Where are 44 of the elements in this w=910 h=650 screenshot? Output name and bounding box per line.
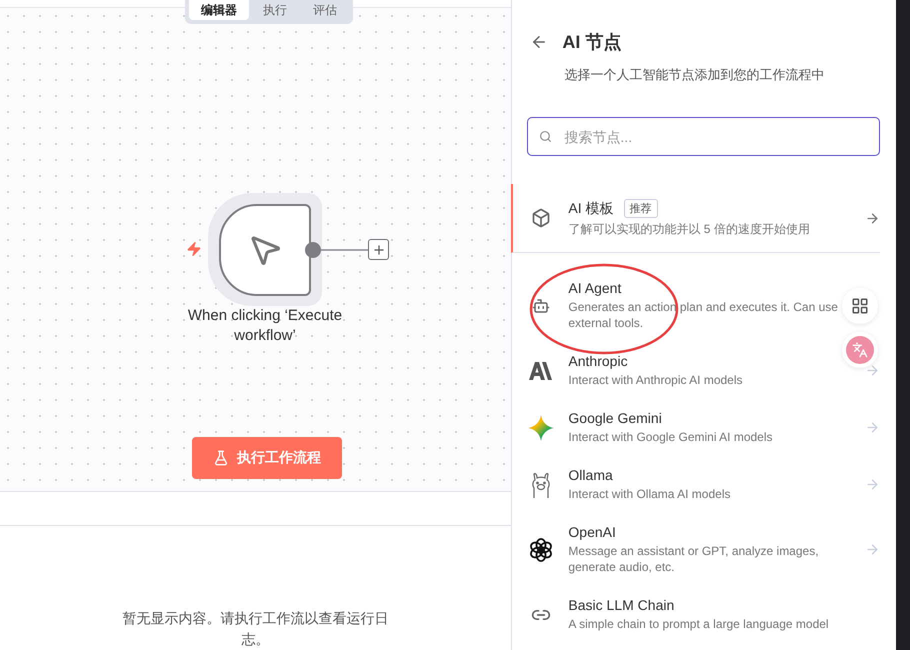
node-list-item[interactable]: Google Gemini Interact with Google Gemini AI models [511, 399, 896, 456]
canvas-tab[interactable]: 评估 [301, 0, 349, 20]
item-title: AI 模板 [568, 200, 614, 218]
search-field[interactable]: 搜索节点... [527, 117, 880, 156]
node-list-item[interactable]: AI 模板 推荐 了解可以实现的功能并以 5 倍的速度开始使用 [511, 184, 880, 253]
item-description: 了解可以实现的功能并以 5 倍的速度开始使用 [568, 221, 811, 237]
add-node-button[interactable] [368, 239, 389, 260]
item-description: Interact with Anthropic AI models [568, 372, 744, 388]
recommended-tag: 推荐 [624, 199, 658, 218]
item-description: Interact with Google Gemini AI models [568, 429, 774, 445]
canvas-tab[interactable]: 执行 [251, 0, 299, 20]
robot-icon [532, 296, 550, 314]
translate-icon [852, 342, 868, 358]
item-title: AI Agent [568, 280, 622, 296]
knot-icon [528, 536, 554, 562]
node-list-item[interactable]: Ollama Interact with Ollama AI models [511, 456, 896, 513]
sparkle-icon [528, 414, 554, 440]
panel-subtitle: 选择一个人工智能节点添加到您的工作流程中 [563, 66, 826, 84]
item-title: Google Gemini [568, 410, 662, 426]
node-list-item[interactable]: OpenAI Message an assistant or GPT, analyze images, generate audio, etc. [511, 513, 896, 586]
llama-icon [530, 472, 552, 498]
plus-icon [372, 242, 386, 256]
logo-icon [529, 362, 554, 380]
search-icon [539, 130, 552, 143]
canvas-tab[interactable]: 编辑器 [189, 0, 249, 20]
flask-icon [213, 450, 229, 466]
trigger-node[interactable] [208, 193, 322, 306]
node-list-item[interactable]: Basic LLM Chain A simple chain to prompt a large language model [511, 586, 896, 643]
item-description: A simple chain to prompt a large language model [568, 616, 830, 632]
item-title: Anthropic [568, 353, 628, 369]
empty-logs-message: 暂无显示内容。请执行工作流以查看运行日志。 [122, 609, 390, 649]
item-description: Message an assistant or GPT, analyze images, generate audio, etc. [568, 543, 820, 575]
item-title: OpenAI [568, 524, 616, 540]
node-label: When clicking ‘Execute workflow’ [186, 306, 344, 346]
panel-title: AI 节点 [562, 31, 622, 54]
box-icon [531, 208, 552, 228]
lightning-icon [186, 241, 202, 257]
node-list-item[interactable]: Anthropic Interact with Anthropic AI models [511, 342, 896, 399]
item-title: Ollama [568, 467, 613, 483]
connector-line [305, 241, 368, 259]
grid-icon [851, 297, 869, 315]
item-description: Interact with Ollama AI models [568, 486, 732, 502]
apps-button[interactable] [842, 288, 878, 324]
item-title: Basic LLM Chain [568, 597, 674, 613]
